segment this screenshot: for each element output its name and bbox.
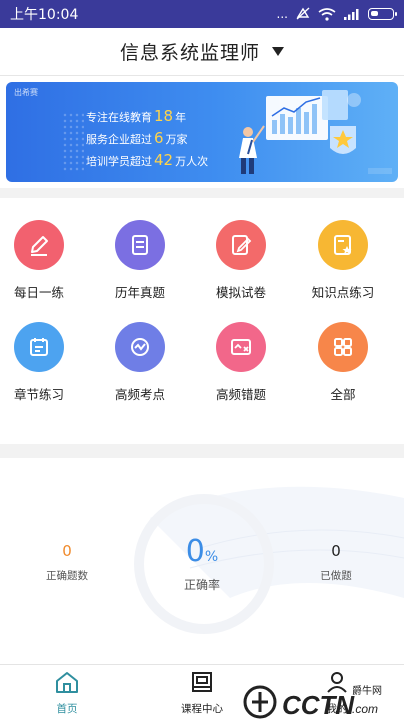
grid-icon xyxy=(318,322,368,372)
status-time: 上午10:04 xyxy=(10,7,79,23)
feature-menu: 每日一练 历年真题 模拟试卷 知识点练习 章节练习 高频考点 高频错题 全部 xyxy=(0,198,404,444)
menu-label: 知识点练习 xyxy=(311,285,375,300)
banner-line-1: 专注在线教育 18 年 xyxy=(86,107,187,125)
svg-text:爵牛网: 爵牛网 xyxy=(352,684,382,697)
pencil-icon xyxy=(14,220,64,270)
menu-item-frequent-errors[interactable]: 高频错题 xyxy=(191,322,291,403)
banner-dots-decoration xyxy=(62,112,84,172)
tab-label: 首页 xyxy=(56,703,78,715)
banner-container: 出希赛 专注在线教育 18 年 服务企业超过 6 万家 培训学员超过 42 万人次 xyxy=(0,76,404,188)
chapter-icon xyxy=(14,322,64,372)
home-icon xyxy=(56,672,78,693)
status-bar: 上午10:04 ... xyxy=(0,0,404,28)
course-icon xyxy=(192,672,212,692)
menu-label: 全部 xyxy=(330,387,356,402)
banner-text: 专注在线教育 18 年 服务企业超过 6 万家 培训学员超过 42 万人次 xyxy=(86,106,208,172)
menu-item-past-exams[interactable]: 历年真题 xyxy=(90,220,190,301)
menu-item-mock-exam[interactable]: 模拟试卷 xyxy=(191,220,291,301)
tab-home[interactable]: 首页 xyxy=(22,669,112,716)
site-watermark: CCTN .com 爵牛网 xyxy=(238,680,404,720)
banner-line-3: 培训学员超过 42 万人次 xyxy=(86,151,209,169)
menu-label: 每日一练 xyxy=(13,285,64,300)
banner-illustration xyxy=(239,90,392,174)
done-count-value: 0 xyxy=(331,542,341,560)
done-count-label: 已做题 xyxy=(320,570,352,582)
svg-text:CCTN: CCTN xyxy=(282,690,355,720)
menu-item-all[interactable]: 全部 xyxy=(293,322,393,403)
watermark-logo: CCTN .com 爵牛网 xyxy=(243,684,382,720)
knowledge-icon xyxy=(318,220,368,270)
banner-logo: 出希赛 xyxy=(14,88,38,97)
menu-label: 高频错题 xyxy=(215,387,266,402)
menu-label: 高频考点 xyxy=(114,387,165,402)
menu-label: 模拟试卷 xyxy=(215,285,266,300)
notification-dots: ... xyxy=(276,7,288,21)
menu-label: 章节练习 xyxy=(13,387,64,402)
status-icons: ... xyxy=(276,7,397,21)
page-title: 信息系统监理师 xyxy=(119,42,260,64)
exam-paper-icon xyxy=(216,220,266,270)
signal-icon xyxy=(344,9,359,20)
document-icon xyxy=(115,220,165,270)
promo-banner[interactable]: 出希赛 专注在线教育 18 年 服务企业超过 6 万家 培训学员超过 42 万人次 xyxy=(6,82,398,182)
silent-mode-icon xyxy=(296,7,310,20)
dropdown-arrow-icon xyxy=(272,47,284,56)
svg-text:.com: .com xyxy=(352,702,378,716)
wifi-icon xyxy=(318,7,336,21)
banner-line-2: 服务企业超过 6 万家 xyxy=(86,129,188,147)
done-count-stat: 0 已做题 xyxy=(291,542,381,583)
wrong-question-icon xyxy=(216,322,266,372)
menu-label: 历年真题 xyxy=(114,285,165,300)
tab-label: 课程中心 xyxy=(181,703,223,715)
menu-item-chapter-practice[interactable]: 章节练习 xyxy=(0,322,89,403)
tab-course-center[interactable]: 课程中心 xyxy=(157,669,247,716)
menu-item-knowledge-practice[interactable]: 知识点练习 xyxy=(293,220,393,301)
menu-item-daily-practice[interactable]: 每日一练 xyxy=(0,220,89,301)
hot-point-icon xyxy=(115,322,165,372)
stats-panel: 0 正确题数 0% 正确率 0 已做题 xyxy=(0,458,404,664)
battery-icon xyxy=(368,8,397,20)
menu-item-hot-points[interactable]: 高频考点 xyxy=(90,322,190,403)
exam-selector[interactable]: 信息系统监理师 xyxy=(0,28,404,76)
